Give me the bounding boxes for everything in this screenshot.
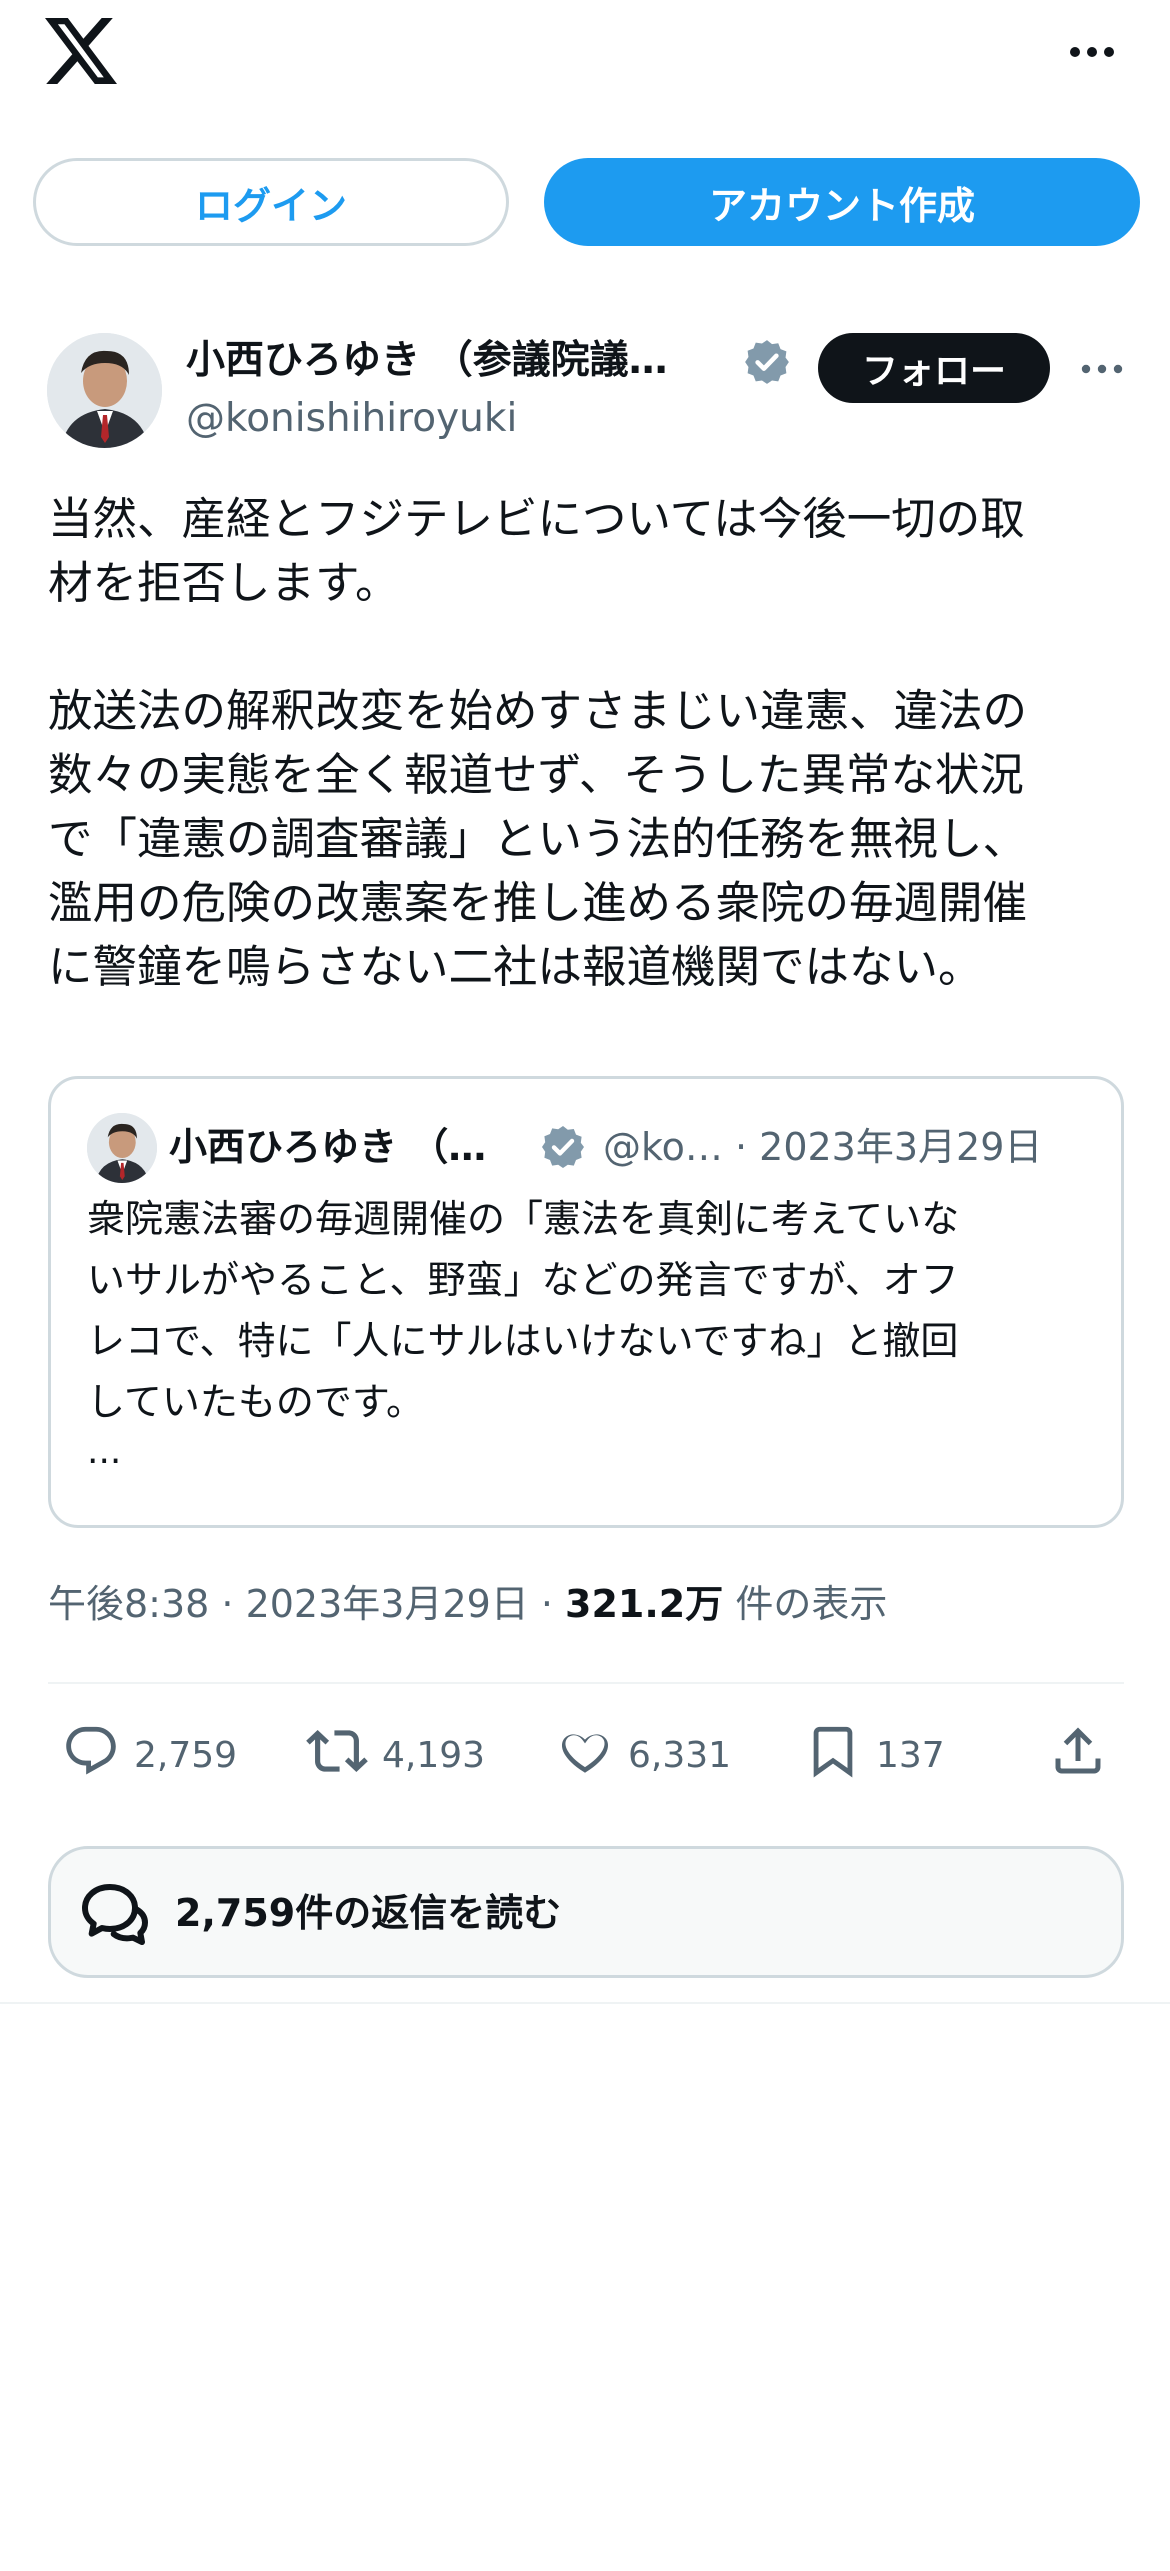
tweet-author: 小西ひろゆき （参議院議… @konishihiroyuki フォロー	[0, 325, 1170, 465]
login-button[interactable]: ログイン	[33, 158, 509, 246]
avatar	[87, 1113, 157, 1183]
reply-count: 2,759	[134, 1734, 238, 1776]
divider	[0, 2002, 1170, 2004]
share-icon	[1048, 1721, 1122, 1790]
author-handle[interactable]: @konishihiroyuki	[186, 391, 517, 447]
tweet-time-date[interactable]: 午後8:38 · 2023年3月29日 ·	[48, 1582, 565, 1626]
quoted-ellipsis: ...	[87, 1431, 122, 1472]
chat-bubbles-icon	[75, 1877, 155, 1957]
top-bar	[0, 0, 1170, 110]
bookmark-icon	[804, 1722, 876, 1789]
avatar[interactable]	[47, 333, 162, 448]
tweet-text: 当然、産経とフジテレビについては今後一切の取 材を拒否します。 放送法の解釈改変…	[48, 494, 1028, 993]
repost-count: 4,193	[382, 1734, 486, 1776]
share-button[interactable]	[1048, 1720, 1122, 1790]
quoted-author-name: 小西ひろゆき （…	[169, 1125, 487, 1169]
read-replies-label: 2,759件の返信を読む	[175, 1891, 562, 1935]
more-options-icon[interactable]	[1076, 349, 1128, 389]
like-count: 6,331	[628, 1734, 732, 1776]
bookmark-button[interactable]: 137	[804, 1720, 945, 1790]
views-count: 321.2万	[565, 1582, 724, 1626]
create-account-button[interactable]: アカウント作成	[544, 158, 1140, 246]
verified-badge-icon	[539, 1123, 587, 1171]
author-name[interactable]: 小西ひろゆき （参議院議…	[186, 331, 726, 391]
auth-buttons: ログイン アカウント作成	[0, 155, 1170, 250]
repost-button[interactable]: 4,193	[306, 1720, 485, 1790]
tweet-meta: 午後8:38 · 2023年3月29日 · 321.2万 件の表示	[48, 1572, 887, 1636]
follow-button[interactable]: フォロー	[818, 333, 1050, 403]
reply-icon	[62, 1722, 134, 1789]
x-logo-icon[interactable]	[44, 18, 118, 84]
bookmark-count: 137	[876, 1734, 945, 1776]
divider	[48, 1682, 1124, 1684]
views-label: 件の表示	[723, 1582, 888, 1626]
like-button[interactable]: 6,331	[556, 1720, 731, 1790]
reply-button[interactable]: 2,759	[62, 1720, 237, 1790]
quoted-tweet[interactable]: 小西ひろゆき （… @ko… · 2023年3月29日 衆院憲法審の毎週開催の「…	[48, 1076, 1124, 1528]
heart-icon	[556, 1722, 628, 1789]
repost-icon	[306, 1720, 382, 1791]
quoted-text: 衆院憲法審の毎週開催の「憲法を真剣に考えていな いサルがやること、野蛮」などの発…	[87, 1197, 960, 1424]
verified-badge-icon	[742, 337, 792, 387]
read-replies-button[interactable]: 2,759件の返信を読む	[48, 1846, 1124, 1978]
more-horizontal-icon[interactable]	[1064, 30, 1120, 74]
quoted-handle-date: @ko… · 2023年3月29日	[603, 1125, 1043, 1169]
tweet-actions: 2,759 4,193 6,331 137	[48, 1720, 1128, 1790]
